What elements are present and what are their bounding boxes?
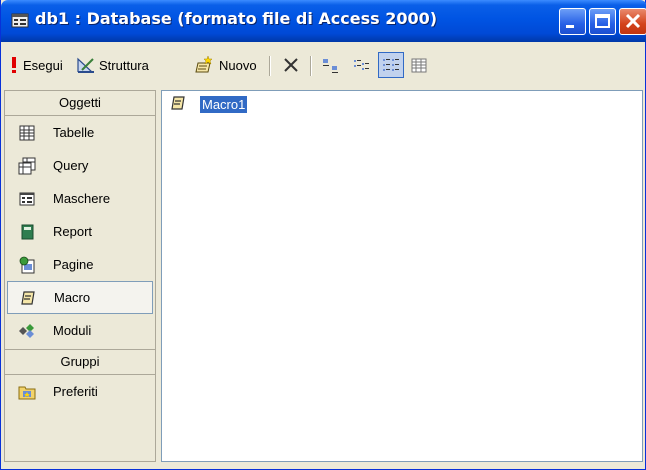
- object-item-modules[interactable]: Moduli: [7, 314, 153, 347]
- design-ruler-icon: [77, 57, 94, 73]
- module-icon: [17, 321, 37, 341]
- details-view-icon: [411, 58, 427, 73]
- delete-button[interactable]: [278, 52, 304, 78]
- exclamation-icon: [12, 57, 16, 73]
- toolbar: Esegui Struttura Nuovo: [4, 46, 642, 86]
- macro-icon: [18, 288, 38, 308]
- database-window: db1 : Database (formato file di Access 2…: [0, 0, 646, 470]
- group-item-favorites[interactable]: Preferiti: [7, 375, 153, 408]
- minimize-button[interactable]: [559, 8, 586, 35]
- minimize-icon: [566, 25, 574, 28]
- object-item-forms[interactable]: Maschere: [7, 182, 153, 215]
- object-item-pages[interactable]: Pagine: [7, 248, 153, 281]
- maximize-icon: [595, 14, 610, 28]
- small-icons-button[interactable]: [348, 52, 374, 78]
- database-window-icon: [11, 13, 29, 28]
- delete-x-icon: [284, 58, 298, 72]
- small-icons-icon: [354, 60, 369, 70]
- details-view-button[interactable]: [406, 52, 432, 78]
- object-item-queries[interactable]: Query: [7, 149, 153, 182]
- large-icons-icon: [323, 59, 338, 73]
- new-macro-icon: [195, 55, 213, 73]
- list-item-macro1[interactable]: Macro1: [170, 95, 248, 114]
- objects-header[interactable]: Oggetti: [5, 91, 155, 116]
- run-button[interactable]: Esegui: [8, 52, 63, 78]
- maximize-button[interactable]: [589, 8, 616, 35]
- report-icon: [17, 222, 37, 242]
- new-button[interactable]: Nuovo: [194, 52, 257, 78]
- page-icon: [17, 255, 37, 275]
- objects-bar: Oggetti Tabelle Query Maschere Report Pa…: [4, 90, 156, 462]
- list-view-icon: [383, 59, 399, 71]
- large-icons-button[interactable]: [318, 52, 344, 78]
- favorites-folder-icon: [17, 382, 37, 402]
- table-icon: [17, 123, 37, 143]
- macro-icon: [170, 95, 186, 114]
- query-icon: [17, 156, 37, 176]
- design-button[interactable]: Struttura: [76, 52, 149, 78]
- list-view-button[interactable]: [378, 52, 404, 78]
- toolbar-separator: [310, 56, 312, 76]
- close-icon: [625, 13, 641, 29]
- object-item-reports[interactable]: Report: [7, 215, 153, 248]
- close-button[interactable]: [619, 8, 646, 35]
- object-list: Macro1: [161, 90, 643, 462]
- window-title: db1 : Database (formato file di Access 2…: [35, 9, 438, 28]
- form-icon: [17, 189, 37, 209]
- groups-header[interactable]: Gruppi: [5, 349, 155, 375]
- toolbar-separator: [269, 56, 271, 76]
- object-item-tables[interactable]: Tabelle: [7, 116, 153, 149]
- object-item-macros[interactable]: Macro: [7, 281, 153, 314]
- title-bar[interactable]: db1 : Database (formato file di Access 2…: [1, 0, 646, 42]
